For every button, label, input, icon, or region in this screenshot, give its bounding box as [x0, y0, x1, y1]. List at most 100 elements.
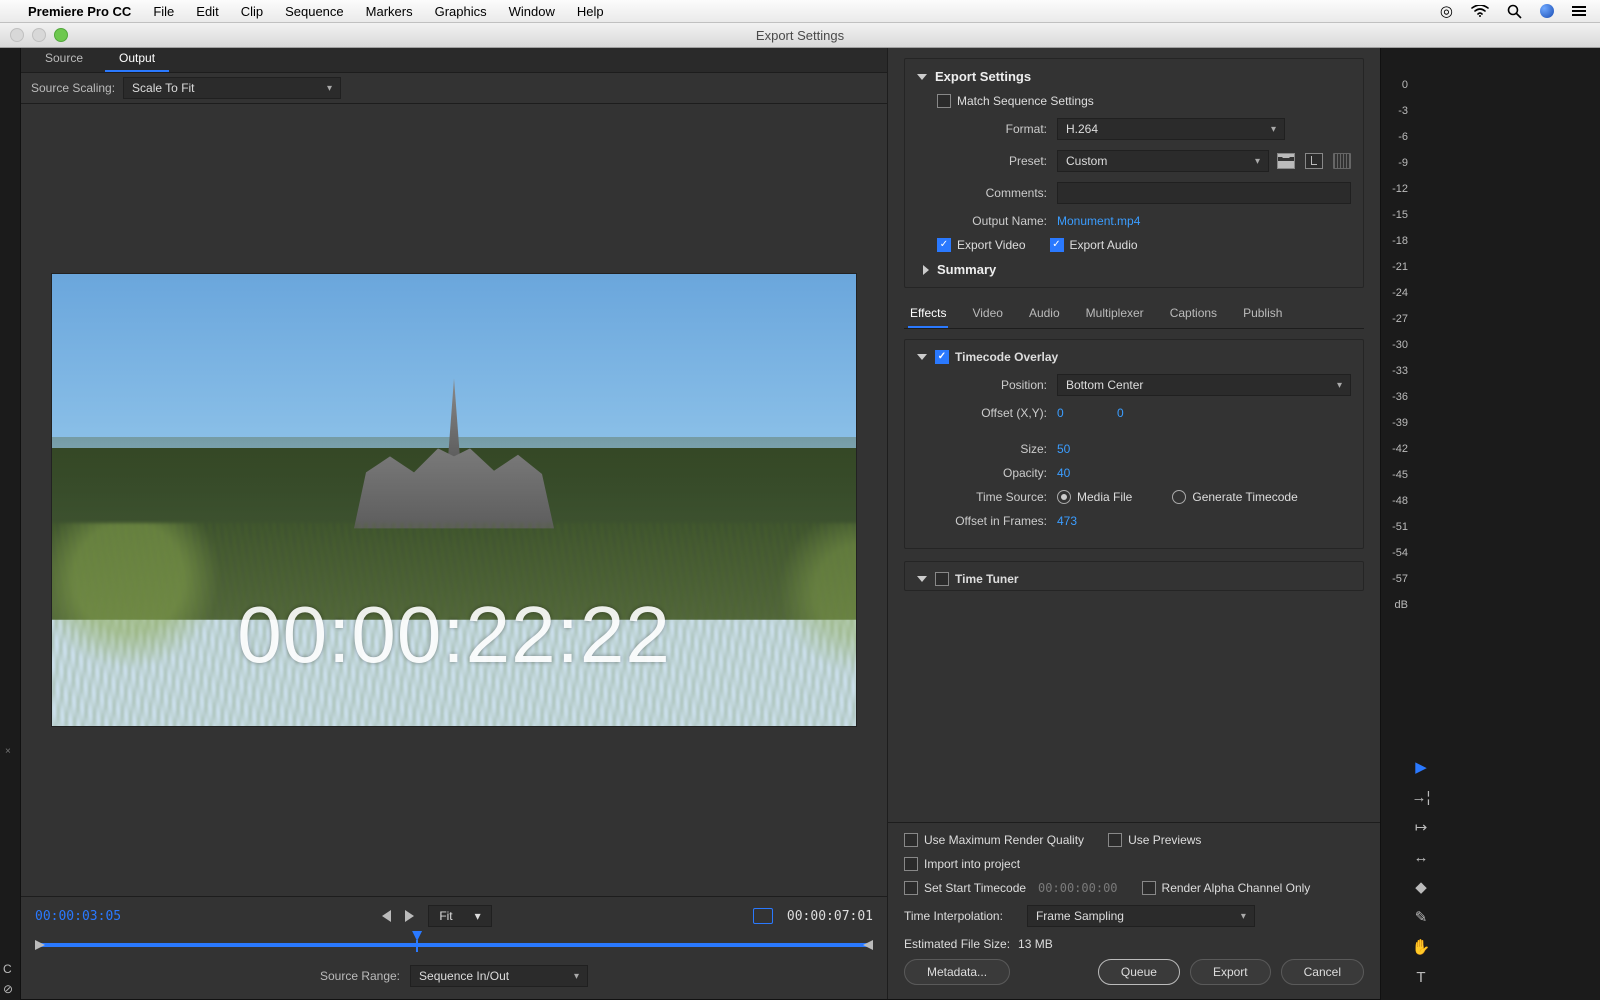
marker-icon[interactable]: ◆ [1412, 878, 1430, 896]
type-tool-icon[interactable]: T [1412, 968, 1430, 986]
chevron-down-icon[interactable] [917, 74, 927, 80]
size-value[interactable]: 50 [1057, 442, 1070, 456]
wifi-icon[interactable] [1471, 5, 1489, 17]
menu-sequence[interactable]: Sequence [285, 4, 344, 19]
in-point-handle[interactable] [35, 940, 45, 950]
source-range-dropdown[interactable]: Sequence In/Out ▾ [410, 965, 588, 987]
user-status-icon[interactable] [1540, 4, 1554, 18]
subtab-audio[interactable]: Audio [1027, 300, 1062, 328]
output-name-link[interactable]: Monument.mp4 [1057, 214, 1140, 228]
subtab-video[interactable]: Video [970, 300, 1004, 328]
hand-tool-icon[interactable]: ✋ [1412, 938, 1430, 956]
offset-frames-value[interactable]: 473 [1057, 514, 1077, 528]
db-tick: -36 [1382, 384, 1408, 410]
menu-file[interactable]: File [153, 4, 174, 19]
chevron-down-icon[interactable] [917, 576, 927, 582]
export-audio-checkbox[interactable]: Export Audio [1050, 238, 1138, 252]
preview-controls: 00:00:03:05 Fit ▾ 00:00:07:01 [21, 896, 887, 999]
db-tick: -30 [1382, 332, 1408, 358]
render-alpha-checkbox[interactable]: Render Alpha Channel Only [1142, 881, 1311, 895]
creative-cloud-icon[interactable]: ◎ [1440, 2, 1453, 20]
subtab-publish[interactable]: Publish [1241, 300, 1284, 328]
video-frame: 00:00:22:22 [51, 273, 857, 727]
pen-tool-icon[interactable]: ✎ [1412, 908, 1430, 926]
notifications-icon[interactable] [1572, 6, 1586, 17]
size-label: Size: [917, 442, 1047, 456]
match-sequence-checkbox[interactable]: Match Sequence Settings [937, 94, 1094, 108]
time-source-media-radio[interactable]: Media File [1057, 490, 1132, 504]
match-sequence-label: Match Sequence Settings [957, 94, 1094, 108]
source-scaling-dropdown[interactable]: Scale To Fit ▾ [123, 77, 341, 99]
cancel-button[interactable]: Cancel [1281, 959, 1364, 985]
tab-source[interactable]: Source [31, 46, 97, 72]
step-back-icon[interactable] [382, 910, 391, 922]
window-zoom-icon[interactable] [54, 28, 68, 42]
ripple-insert-icon[interactable]: →¦ [1412, 788, 1430, 806]
chevron-down-icon[interactable] [917, 354, 927, 360]
menu-help[interactable]: Help [577, 4, 604, 19]
import-preset-icon[interactable] [1305, 153, 1323, 169]
comments-label: Comments: [917, 186, 1047, 200]
chevron-right-icon[interactable] [923, 265, 929, 275]
chevron-down-icon: ▾ [574, 971, 579, 982]
position-label: Position: [917, 378, 1047, 392]
output-name-label: Output Name: [917, 214, 1047, 228]
position-dropdown[interactable]: Bottom Center▾ [1057, 374, 1351, 396]
time-source-generate-radio[interactable]: Generate Timecode [1172, 490, 1297, 504]
tab-output[interactable]: Output [105, 46, 169, 72]
current-timecode[interactable]: 00:00:03:05 [35, 909, 121, 924]
menu-window[interactable]: Window [509, 4, 555, 19]
step-forward-icon[interactable] [405, 910, 414, 922]
metadata-button[interactable]: Metadata... [904, 959, 1010, 985]
delete-preset-icon[interactable] [1333, 153, 1351, 169]
comments-input[interactable] [1057, 182, 1351, 204]
menu-markers[interactable]: Markers [366, 4, 413, 19]
save-preset-icon[interactable] [1277, 153, 1295, 169]
timecode-overlay-checkbox[interactable]: Timecode Overlay [935, 350, 1058, 364]
summary-title[interactable]: Summary [937, 262, 996, 277]
time-interp-label: Time Interpolation: [904, 909, 1003, 923]
aspect-ratio-icon[interactable] [753, 908, 773, 924]
menu-edit[interactable]: Edit [196, 4, 218, 19]
max-render-checkbox[interactable]: Use Maximum Render Quality [904, 833, 1084, 847]
chevron-down-icon: ▾ [475, 909, 481, 923]
menu-graphics[interactable]: Graphics [435, 4, 487, 19]
db-tick: -45 [1382, 462, 1408, 488]
swap-icon[interactable]: ↔ [1412, 848, 1430, 866]
zoom-fit-dropdown[interactable]: Fit ▾ [428, 905, 491, 927]
overwrite-icon[interactable]: ↦ [1412, 818, 1430, 836]
subtab-captions[interactable]: Captions [1168, 300, 1219, 328]
window-minimize-icon[interactable] [32, 28, 46, 42]
opacity-value[interactable]: 40 [1057, 466, 1070, 480]
set-start-tc-checkbox[interactable]: Set Start Timecode00:00:00:00 [904, 881, 1118, 895]
play-icon[interactable]: ▶ [1412, 758, 1430, 776]
preview-pane: Source Output Source Scaling: Scale To F… [21, 46, 888, 999]
time-interp-dropdown[interactable]: Frame Sampling▾ [1027, 905, 1255, 927]
queue-button[interactable]: Queue [1098, 959, 1180, 985]
import-into-project-checkbox[interactable]: Import into project [904, 857, 1020, 871]
out-point-handle[interactable] [863, 940, 873, 950]
use-previews-checkbox[interactable]: Use Previews [1108, 833, 1201, 847]
close-panel-icon[interactable]: × [5, 746, 11, 757]
export-button[interactable]: Export [1190, 959, 1271, 985]
preset-dropdown[interactable]: Custom▾ [1057, 150, 1269, 172]
db-tick: -27 [1382, 306, 1408, 332]
time-tuner-checkbox[interactable]: Time Tuner [935, 572, 1019, 586]
offset-y[interactable]: 0 [1117, 406, 1124, 420]
preset-label: Preset: [917, 154, 1047, 168]
est-size-value: 13 MB [1018, 937, 1053, 951]
window-close-icon[interactable] [10, 28, 24, 42]
subtab-effects[interactable]: Effects [908, 300, 948, 328]
subtab-multiplexer[interactable]: Multiplexer [1084, 300, 1146, 328]
menu-clip[interactable]: Clip [241, 4, 263, 19]
export-video-checkbox[interactable]: Export Video [937, 238, 1026, 252]
app-name[interactable]: Premiere Pro CC [28, 4, 131, 19]
playhead[interactable] [412, 931, 422, 953]
chevron-down-icon: ▾ [1271, 124, 1276, 135]
format-dropdown[interactable]: H.264▾ [1057, 118, 1285, 140]
preview-scrubber[interactable] [35, 935, 873, 955]
preview-castle [354, 448, 554, 528]
db-tick: dB [1382, 592, 1408, 618]
spotlight-icon[interactable] [1507, 4, 1522, 19]
offset-x[interactable]: 0 [1057, 406, 1117, 420]
